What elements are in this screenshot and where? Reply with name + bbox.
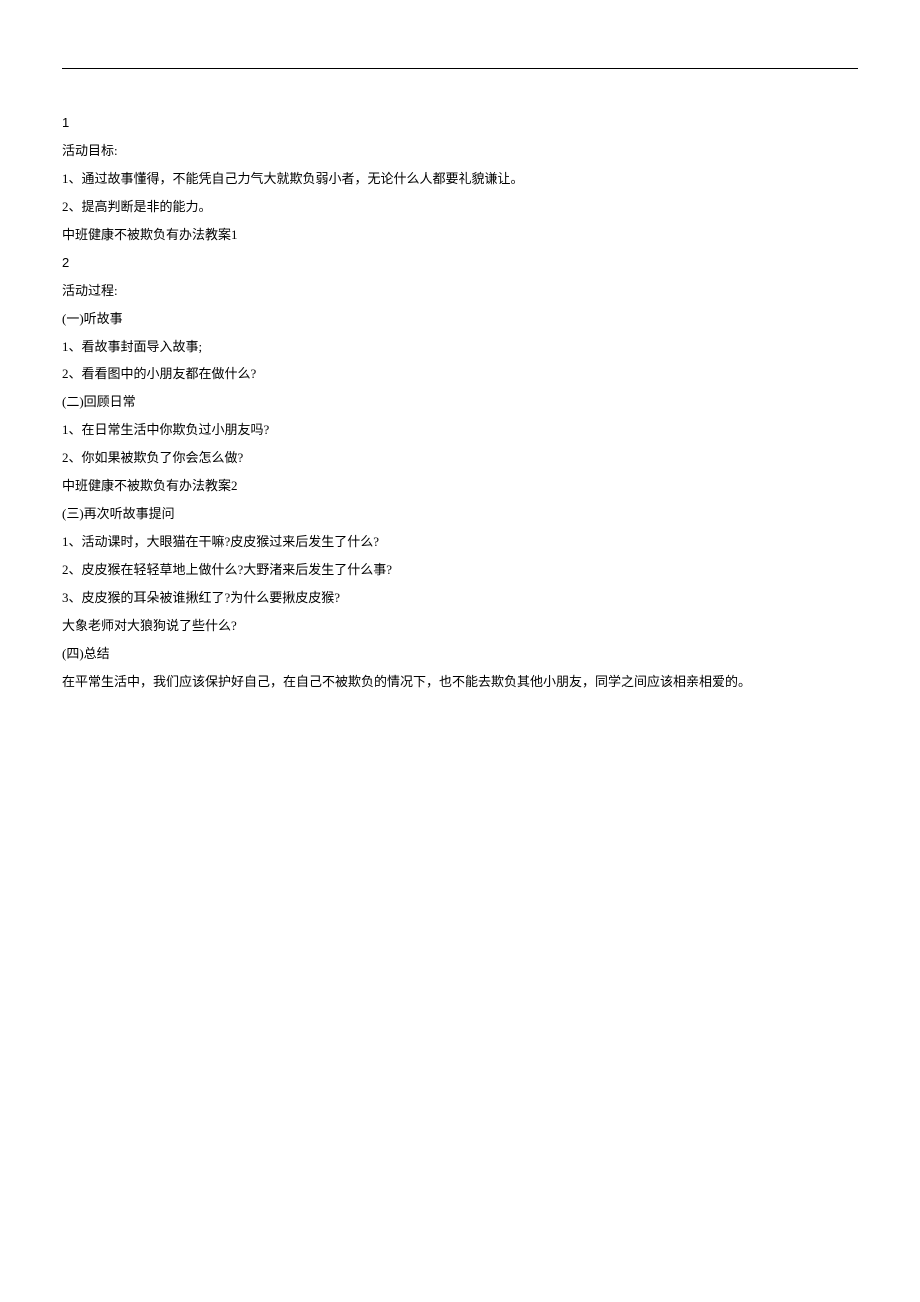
goal-item-2: 2、提高判断是非的能力。	[62, 193, 858, 221]
section-number-2: 2	[62, 249, 858, 277]
lesson-plan-title-1: 中班健康不被欺负有办法教案1	[62, 221, 858, 249]
horizontal-divider	[62, 68, 858, 69]
part2-item-1: 1、在日常生活中你欺负过小朋友吗?	[62, 416, 858, 444]
part3-question: 大象老师对大狼狗说了些什么?	[62, 612, 858, 640]
process-heading: 活动过程:	[62, 277, 858, 305]
section-number-1: 1	[62, 109, 858, 137]
part4-heading: (四)总结	[62, 640, 858, 668]
goals-heading: 活动目标:	[62, 137, 858, 165]
document-content: 1 活动目标: 1、通过故事懂得，不能凭自己力气大就欺负弱小者，无论什么人都要礼…	[62, 109, 858, 696]
part1-item-2: 2、看看图中的小朋友都在做什么?	[62, 360, 858, 388]
goal-item-1: 1、通过故事懂得，不能凭自己力气大就欺负弱小者，无论什么人都要礼貌谦让。	[62, 165, 858, 193]
part3-item-1: 1、活动课时，大眼猫在干嘛?皮皮猴过来后发生了什么?	[62, 528, 858, 556]
part2-heading: (二)回顾日常	[62, 388, 858, 416]
part4-summary: 在平常生活中，我们应该保护好自己，在自己不被欺负的情况下，也不能去欺负其他小朋友…	[62, 668, 858, 696]
part1-heading: (一)听故事	[62, 305, 858, 333]
lesson-plan-title-2: 中班健康不被欺负有办法教案2	[62, 472, 858, 500]
part1-item-1: 1、看故事封面导入故事;	[62, 333, 858, 361]
part3-item-2: 2、皮皮猴在轻轻草地上做什么?大野渚来后发生了什么事?	[62, 556, 858, 584]
part2-item-2: 2、你如果被欺负了你会怎么做?	[62, 444, 858, 472]
part3-heading: (三)再次听故事提问	[62, 500, 858, 528]
part3-item-3: 3、皮皮猴的耳朵被谁揪红了?为什么要揪皮皮猴?	[62, 584, 858, 612]
